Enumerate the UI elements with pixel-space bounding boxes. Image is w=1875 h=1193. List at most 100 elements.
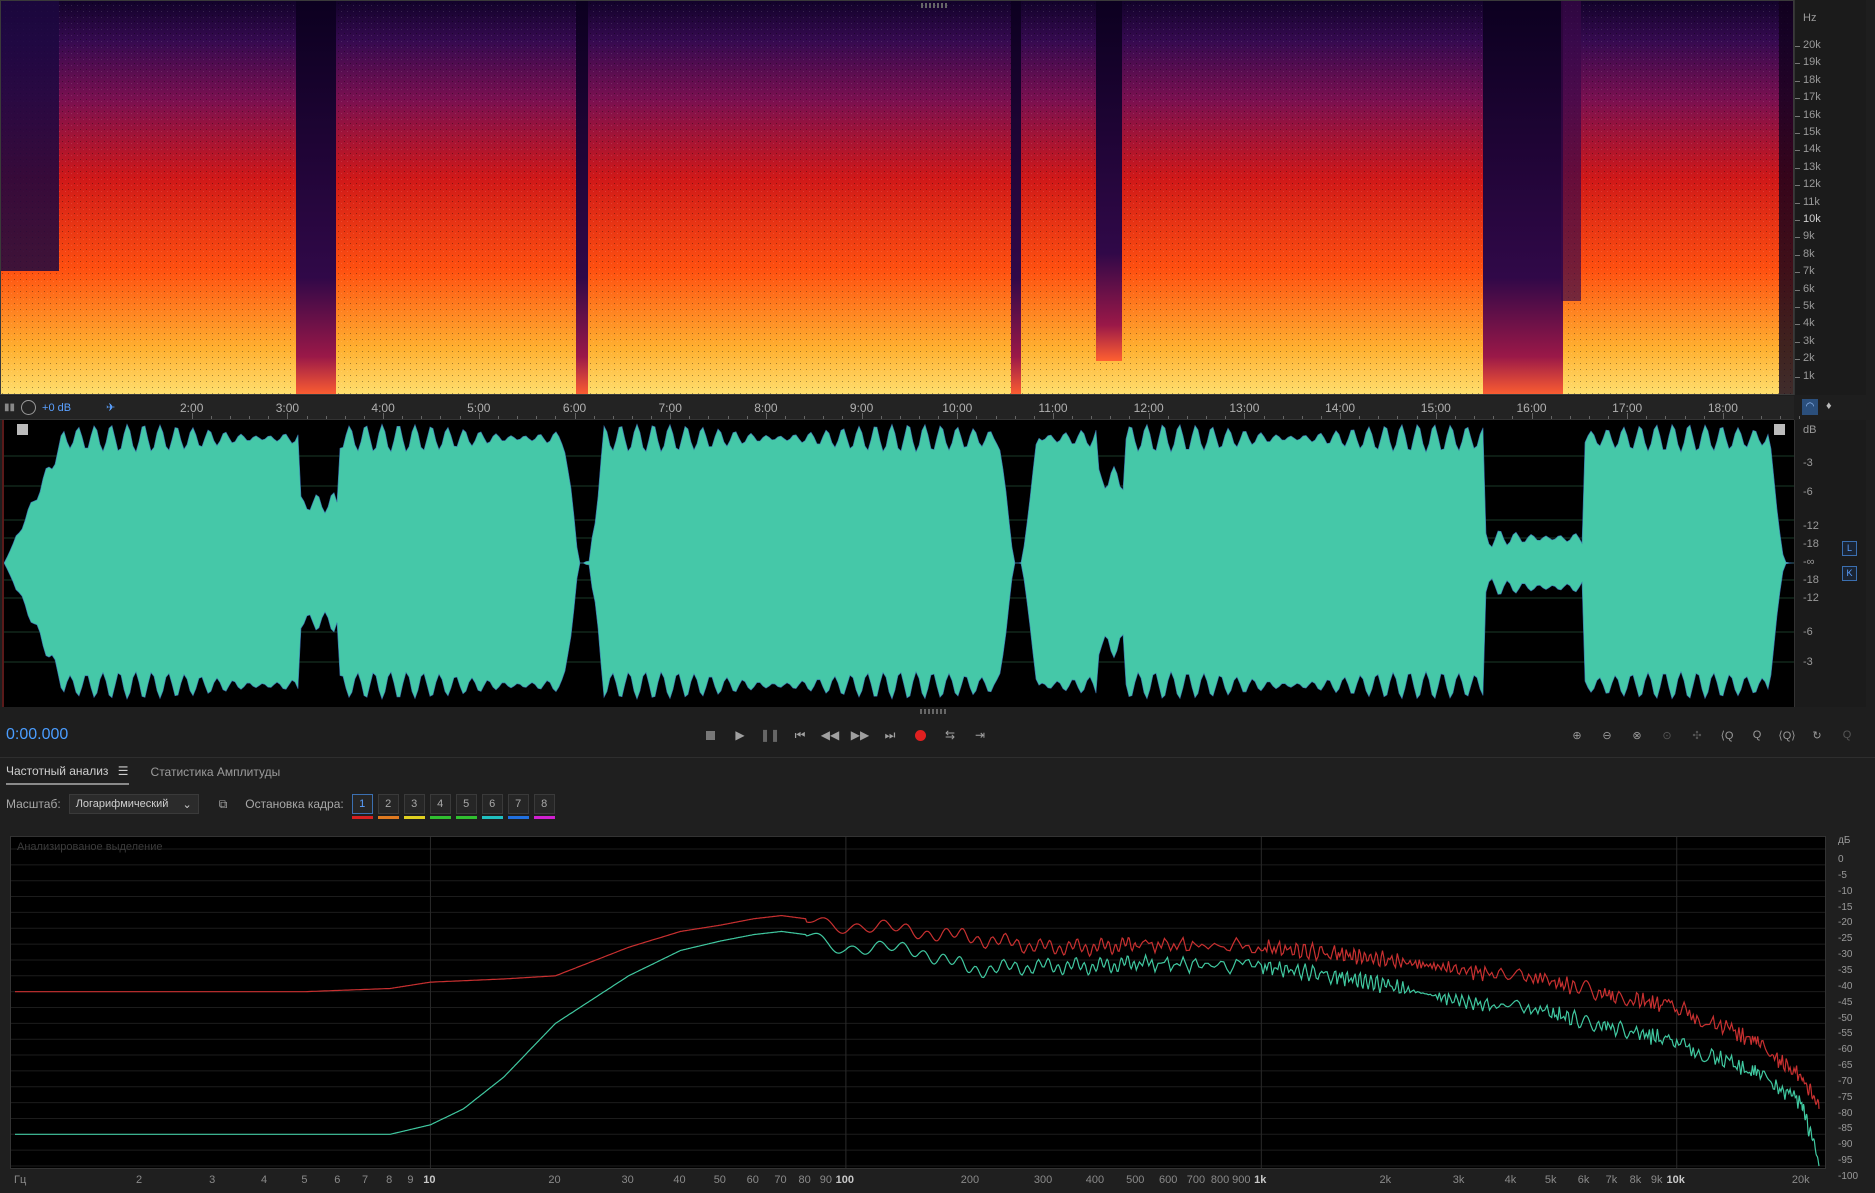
level-meter-icon[interactable]: ▮▮ [4, 402, 15, 413]
record-button[interactable] [910, 725, 930, 745]
freq-db-label: -95 [1838, 1155, 1853, 1167]
channel-left-toggle[interactable]: L [1842, 541, 1857, 556]
timeline-tick [1627, 413, 1629, 419]
timeline-tick [1091, 416, 1093, 419]
spectrum-line-2 [15, 930, 1820, 1167]
freeze-frame-color [455, 816, 477, 819]
timeline-tick [1340, 413, 1342, 419]
freq-db-label: -40 [1838, 980, 1853, 992]
spectrogram-view[interactable] [0, 0, 1794, 395]
pin-icon[interactable]: ✈ [106, 401, 115, 414]
timeline-tick [344, 416, 346, 419]
rewind-icon: ◀◀ [820, 728, 840, 742]
stop-button[interactable] [700, 725, 720, 745]
pause-button[interactable]: ❚❚ [760, 725, 780, 745]
timeline-tick [363, 416, 365, 419]
zoom-in-left-button[interactable]: ⟨Q [1716, 725, 1738, 745]
freeze-frame-button[interactable]: 5 [455, 794, 477, 819]
zoom-in-time-button[interactable]: Q [1746, 725, 1768, 745]
timeline-tick [249, 416, 250, 419]
hz-label: 14k [1803, 143, 1821, 156]
corner-handle-icon[interactable] [17, 424, 28, 435]
hz-label: 19k [1803, 56, 1821, 69]
waveform-view[interactable] [2, 420, 1794, 707]
freeze-frame-button[interactable]: 2 [377, 794, 399, 819]
zoom-disabled-button[interactable]: Q [1836, 725, 1858, 745]
zoom-selection-button[interactable]: ⊙ [1656, 725, 1678, 745]
chevron-down-icon: ⌄ [182, 798, 192, 811]
gain-value[interactable]: +0 dB [42, 402, 71, 414]
freq-axis-label: 100 [835, 1174, 855, 1186]
db-label: -18 [1803, 574, 1819, 586]
freq-axis-label: 800 [1210, 1174, 1230, 1186]
zoom-disabled-icon: Q [1842, 729, 1852, 741]
freq-db-label: -45 [1838, 996, 1853, 1008]
freeze-frame-number: 1 [359, 798, 366, 810]
hz-label: 8k [1803, 247, 1815, 260]
hz-label: 6k [1803, 282, 1815, 295]
timeline-tick [899, 416, 901, 419]
headphones-icon[interactable]: ◠ [1802, 399, 1818, 415]
freeze-frame-button[interactable]: 8 [533, 794, 555, 819]
fast-forward-button[interactable]: ▶▶ [850, 725, 870, 745]
freq-db-label: -15 [1838, 901, 1853, 913]
tab-frequency-analysis[interactable]: Частотный анализ ☰ [6, 759, 129, 785]
rewind-button[interactable]: ◀◀ [820, 725, 840, 745]
fast-forward-icon: ▶▶ [850, 728, 870, 742]
resize-grip[interactable] [921, 3, 947, 8]
freeze-frame-color [507, 816, 529, 819]
freeze-frame-button[interactable]: 7 [507, 794, 529, 819]
go-to-end-button[interactable]: ⏭ [880, 725, 900, 745]
loop-button[interactable]: ⇆ [940, 725, 960, 745]
timeline-tick [1072, 416, 1074, 419]
tab-amplitude-statistics[interactable]: Статистика Амплитуды [151, 760, 281, 784]
timeline-tick [440, 416, 442, 419]
copy-icon[interactable]: ⧉ [219, 797, 228, 812]
freeze-frame-button[interactable]: 1 [351, 794, 373, 819]
freq-db-label: -30 [1838, 949, 1853, 961]
go-to-start-button[interactable]: ⏮ [790, 725, 810, 745]
freeze-frame-button[interactable]: 4 [429, 794, 451, 819]
timeline-tick [1014, 416, 1016, 419]
hz-label: 11k [1803, 195, 1820, 208]
freq-axis-label: 300 [1033, 1174, 1053, 1186]
current-time[interactable]: 0:00.000 [6, 726, 68, 744]
hz-tick [1795, 167, 1800, 169]
freeze-frame-buttons: 1 2 3 4 5 6 7 8 [351, 794, 555, 819]
zoom-reset-button[interactable]: ⊗ [1626, 725, 1648, 745]
zoom-out-full-button[interactable]: ⟨Q⟩ [1776, 725, 1798, 745]
zoom-in-amplitude-button[interactable]: ⊕ [1566, 725, 1588, 745]
scale-dropdown[interactable]: Логарифмический ⌄ [68, 794, 199, 814]
timeline-tick [1033, 416, 1035, 419]
play-button[interactable]: ▶ [730, 725, 750, 745]
marker-pin-icon[interactable]: ♦ [1826, 400, 1832, 412]
menu-icon[interactable]: ☰ [118, 764, 129, 778]
frequency-chart [11, 837, 1825, 1168]
timeline-tick [1799, 416, 1801, 419]
frequency-plot[interactable]: Анализированое выделение [10, 836, 1826, 1169]
hz-label: 9k [1803, 230, 1815, 243]
freeze-frame-color [481, 816, 503, 819]
hz-tick [1795, 220, 1800, 221]
freq-db-label: -65 [1838, 1060, 1853, 1072]
hz-tick [1795, 307, 1800, 308]
timeline-ruler[interactable]: ▮▮ +0 dB ✈ 2:00 3:00 4:00 5:00 6:00 7:00 8:00 9… [0, 396, 1832, 420]
corner-handle-icon[interactable] [1774, 424, 1785, 435]
freeze-frame-button[interactable]: 6 [481, 794, 503, 819]
timeline-tick [689, 416, 691, 419]
timeline-tick [517, 416, 518, 419]
hz-label: 4k [1803, 317, 1815, 330]
freq-axis-label: 9 [407, 1174, 414, 1186]
skip-selection-button[interactable]: ⇥ [970, 725, 990, 745]
freeze-frame-button[interactable]: 3 [403, 794, 425, 819]
zoom-out-amplitude-button[interactable]: ⊖ [1596, 725, 1618, 745]
resize-grip[interactable] [920, 709, 946, 714]
zoom-rotate-button[interactable]: ↻ [1806, 725, 1828, 745]
freeze-frame-number: 5 [463, 798, 470, 810]
timeline-tick [268, 416, 270, 419]
freq-db-label: -90 [1838, 1139, 1853, 1151]
zoom-center-button[interactable]: ✣ [1686, 725, 1708, 745]
freq-axis-label: 700 [1186, 1174, 1206, 1186]
channel-right-toggle[interactable]: K [1842, 566, 1857, 581]
gain-knob-icon[interactable] [21, 400, 37, 415]
